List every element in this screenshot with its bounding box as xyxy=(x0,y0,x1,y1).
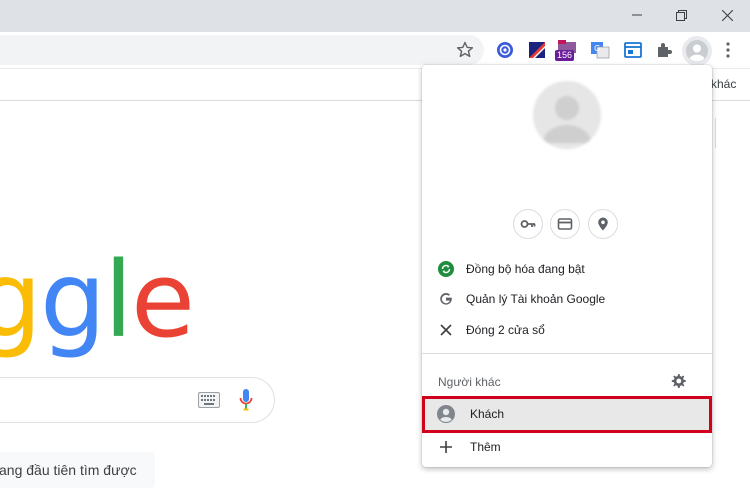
extension-swirl-icon[interactable] xyxy=(495,40,515,60)
addresses-button[interactable] xyxy=(588,209,618,239)
search-input[interactable] xyxy=(0,377,275,423)
restore-icon xyxy=(675,9,687,21)
gear-icon[interactable] xyxy=(671,373,687,389)
title-bar xyxy=(0,0,750,32)
microphone-icon[interactable] xyxy=(239,388,253,412)
toolbar: 156 G xyxy=(0,32,750,69)
plus-icon xyxy=(436,437,456,457)
logo-letter: g xyxy=(0,239,42,361)
restore-button[interactable] xyxy=(658,0,704,30)
payment-methods-button[interactable] xyxy=(550,209,580,239)
manage-google-account-item[interactable]: Quản lý Tài khoản Google xyxy=(422,284,712,314)
key-icon xyxy=(520,220,536,228)
close-windows-label: Đóng 2 cửa sổ xyxy=(466,323,545,337)
close-icon xyxy=(436,320,456,340)
avatar-icon xyxy=(533,81,601,149)
address-bar[interactable] xyxy=(0,35,484,65)
other-bookmarks-label[interactable]: khác xyxy=(711,77,736,91)
minimize-button[interactable] xyxy=(614,0,660,30)
google-logo: ggle xyxy=(0,239,195,361)
extension-flag-icon[interactable] xyxy=(527,40,547,60)
add-profile-item[interactable]: Thêm xyxy=(422,432,712,462)
google-g-icon xyxy=(436,289,456,309)
keyboard-icon[interactable] xyxy=(198,392,220,408)
feeling-lucky-button[interactable]: ang đầu tiên tìm được xyxy=(0,452,155,488)
extensions-puzzle-icon[interactable] xyxy=(654,40,674,60)
sync-label: Đồng bộ hóa đang bật xyxy=(466,262,585,276)
svg-text:G: G xyxy=(594,44,600,53)
extension-badge-button[interactable]: 156 xyxy=(555,40,577,61)
extension-window-icon[interactable] xyxy=(623,40,643,60)
add-label: Thêm xyxy=(470,440,501,454)
profile-menu: Đồng bộ hóa đang bật Quản lý Tài khoản G… xyxy=(422,65,712,467)
close-windows-item[interactable]: Đóng 2 cửa sổ xyxy=(422,315,712,345)
other-people-heading: Người khác xyxy=(438,375,501,389)
location-pin-icon xyxy=(598,217,608,231)
minimize-icon xyxy=(632,14,642,16)
translate-icon[interactable]: G xyxy=(590,40,610,60)
chrome-menu-button[interactable] xyxy=(718,40,738,60)
menu-divider xyxy=(422,353,712,354)
highlight-box xyxy=(422,396,712,433)
logo-letter: l xyxy=(104,239,133,361)
credit-card-icon xyxy=(557,218,573,230)
sync-status-item[interactable]: Đồng bộ hóa đang bật xyxy=(422,254,712,284)
extension-badge: 156 xyxy=(555,50,575,61)
logo-letter: g xyxy=(40,239,106,361)
profile-button[interactable] xyxy=(682,36,712,66)
close-window-button[interactable] xyxy=(704,0,750,30)
avatar-icon xyxy=(686,40,708,62)
close-icon xyxy=(721,9,733,21)
sync-icon xyxy=(436,259,456,279)
passwords-button[interactable] xyxy=(513,209,543,239)
logo-letter: e xyxy=(130,239,195,361)
more-vert-icon xyxy=(726,42,730,58)
star-icon[interactable] xyxy=(455,40,475,60)
profile-avatar xyxy=(533,81,601,149)
manage-account-label: Quản lý Tài khoản Google xyxy=(466,292,606,306)
browser-window: 156 G khác ggle ang đầu tiên tìm được Đồ… xyxy=(0,0,750,500)
